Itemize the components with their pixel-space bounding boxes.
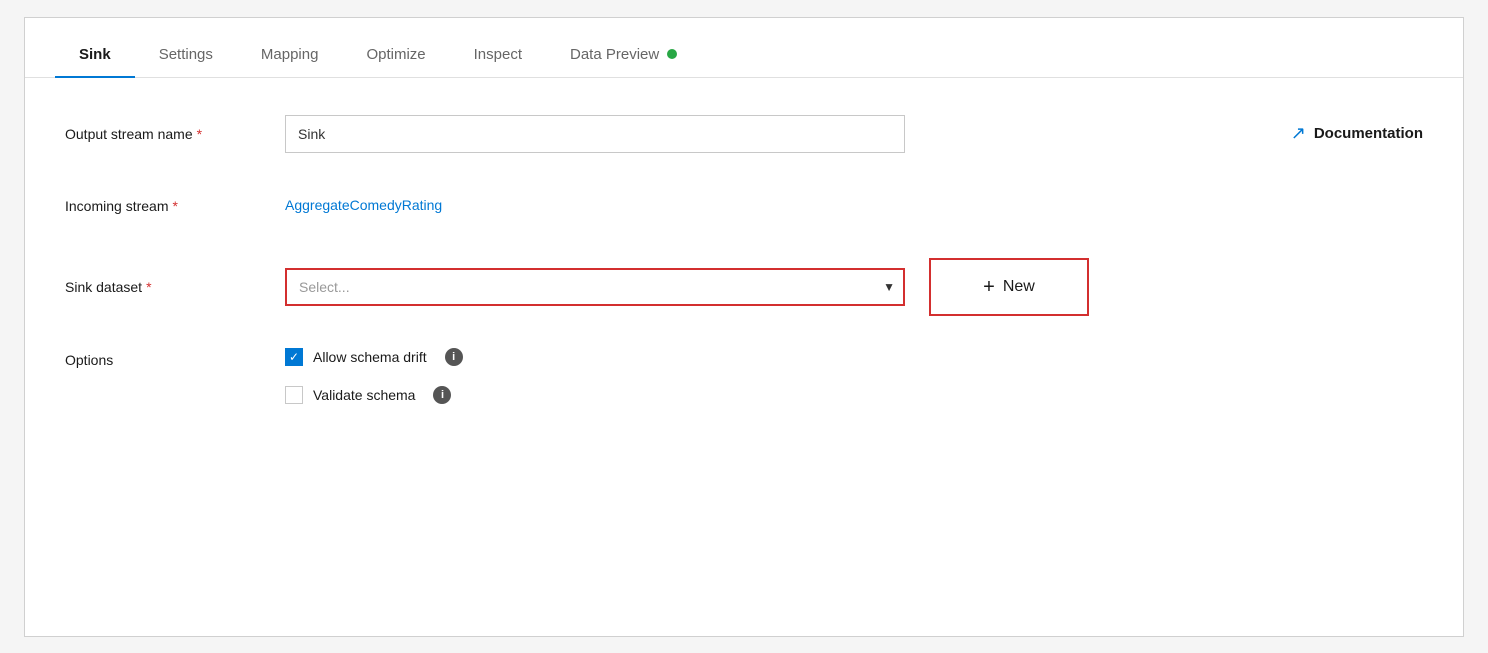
validate-schema-info-icon[interactable]: i [433, 386, 451, 404]
output-stream-name-row: Output stream name * ↗︎ Documentation [65, 114, 1423, 154]
output-stream-name-input[interactable] [285, 115, 905, 153]
main-panel: Sink Settings Mapping Optimize Inspect D… [24, 17, 1464, 637]
form-content: Output stream name * ↗︎ Documentation In… [25, 78, 1463, 440]
validate-schema-row: Validate schema i [285, 386, 463, 404]
sink-dataset-required: * [146, 279, 151, 295]
tab-optimize[interactable]: Optimize [342, 46, 449, 77]
documentation-section: ↗︎ Documentation [1291, 123, 1423, 144]
validate-schema-label: Validate schema [313, 387, 415, 403]
allow-schema-drift-info-icon[interactable]: i [445, 348, 463, 366]
incoming-stream-link[interactable]: AggregateComedyRating [285, 197, 442, 213]
options-label: Options [65, 348, 285, 368]
incoming-stream-value-area: AggregateComedyRating [285, 197, 905, 215]
checkmark-icon: ✓ [289, 351, 299, 363]
allow-schema-drift-row: ✓ Allow schema drift i [285, 348, 463, 366]
data-preview-status-dot [667, 49, 677, 59]
output-stream-name-field-area [285, 115, 905, 153]
allow-schema-drift-checkbox[interactable]: ✓ [285, 348, 303, 366]
validate-schema-checkbox[interactable] [285, 386, 303, 404]
output-stream-name-required: * [197, 126, 202, 142]
tab-inspect[interactable]: Inspect [450, 46, 546, 77]
tab-mapping[interactable]: Mapping [237, 46, 343, 77]
tab-sink[interactable]: Sink [55, 46, 135, 77]
documentation-icon[interactable]: ↗︎ [1291, 123, 1306, 144]
new-button[interactable]: + New [929, 258, 1089, 316]
sink-dataset-field-area: Select... ▼ [285, 268, 905, 306]
incoming-stream-row: Incoming stream * AggregateComedyRating [65, 186, 1423, 226]
sink-dataset-select-wrapper: Select... ▼ [285, 268, 905, 306]
allow-schema-drift-label: Allow schema drift [313, 349, 427, 365]
sink-dataset-row: Sink dataset * Select... ▼ + New [65, 258, 1423, 316]
tab-settings[interactable]: Settings [135, 46, 237, 77]
sink-dataset-select[interactable]: Select... [285, 268, 905, 306]
options-area: ✓ Allow schema drift i Validate schema i [285, 348, 463, 404]
plus-icon: + [983, 277, 995, 297]
new-button-label: New [1003, 278, 1035, 296]
tab-data-preview[interactable]: Data Preview [546, 46, 701, 77]
output-stream-name-label: Output stream name * [65, 126, 285, 142]
incoming-stream-label: Incoming stream * [65, 198, 285, 214]
incoming-stream-required: * [172, 198, 177, 214]
documentation-label: Documentation [1314, 125, 1423, 142]
options-row: Options ✓ Allow schema drift i Validate … [65, 348, 1423, 404]
tab-bar: Sink Settings Mapping Optimize Inspect D… [25, 18, 1463, 78]
sink-dataset-label: Sink dataset * [65, 279, 285, 295]
